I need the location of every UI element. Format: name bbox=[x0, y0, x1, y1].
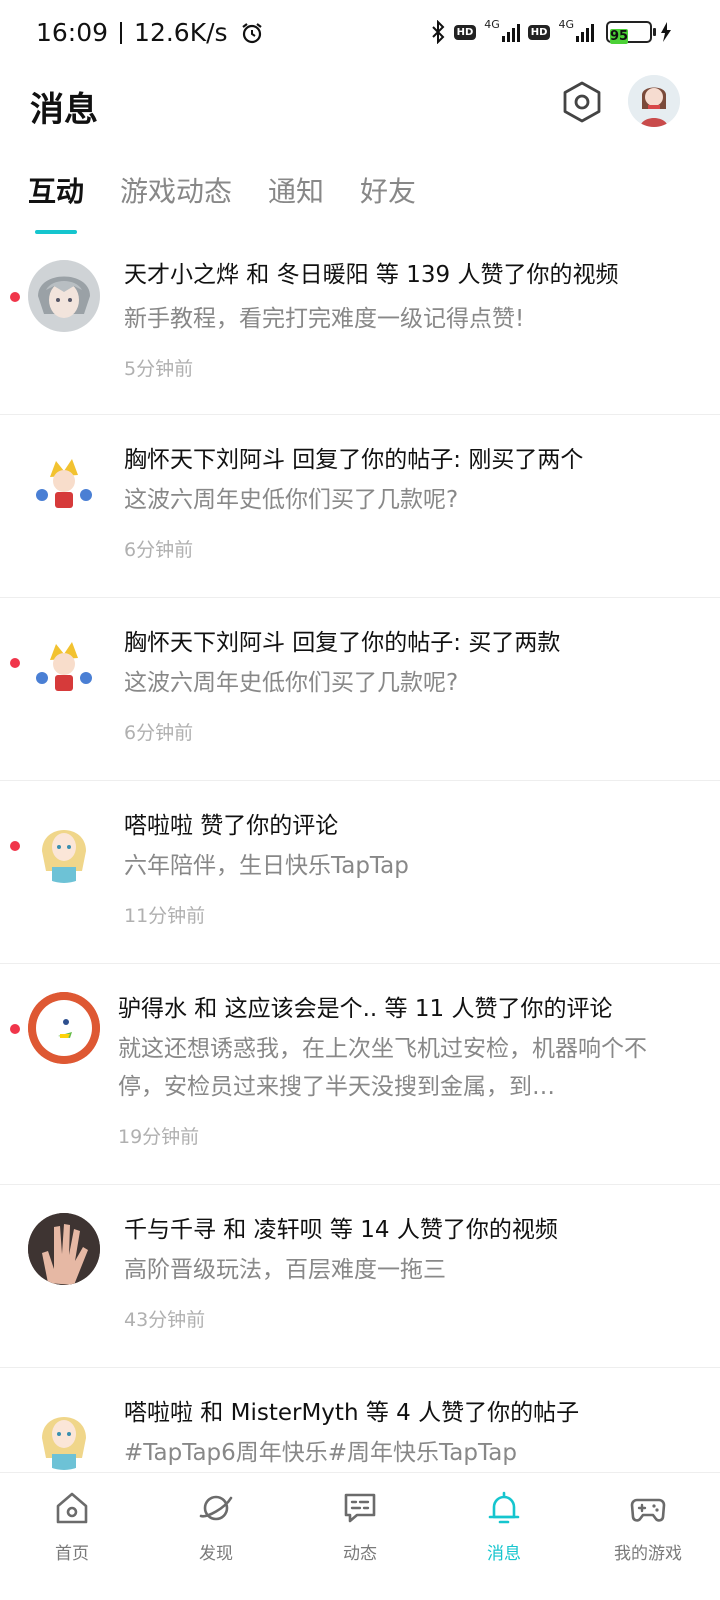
list-item[interactable]: 天才小之烨 和 冬日暖阳 等 139 人赞了你的视频 新手教程，看完打完难度一级… bbox=[0, 248, 720, 415]
list-item[interactable]: 千与千寻 和 凌轩呗 等 14 人赞了你的视频 高阶晋级玩法，百层难度一拖三 4… bbox=[0, 1185, 720, 1368]
hd-icon-2: HD bbox=[527, 24, 551, 40]
status-right: HD 4G HD 4G 95 bbox=[430, 17, 672, 44]
status-time: 16:09 bbox=[36, 18, 109, 47]
nav-label: 首页 bbox=[55, 1544, 89, 1564]
message-time: 5分钟前 bbox=[124, 358, 194, 380]
network-type-2: 4G bbox=[558, 17, 574, 31]
message-title: 胸怀天下刘阿斗 回复了你的帖子: 买了两款 bbox=[124, 630, 561, 656]
profile-avatar[interactable] bbox=[628, 75, 680, 127]
bottom-nav: 首页 发现 动态 消息 我的游戏 bbox=[0, 1472, 720, 1600]
tab-interaction[interactable]: 互动 bbox=[28, 170, 84, 228]
bluetooth-icon bbox=[431, 20, 445, 44]
profile-avatar-image bbox=[628, 75, 680, 127]
page-title: 消息 bbox=[30, 90, 98, 130]
network-type-1: 4G bbox=[484, 17, 500, 31]
header: 消息 bbox=[0, 70, 720, 150]
list-item[interactable]: 胸怀天下刘阿斗 回复了你的帖子: 买了两款 这波六周年史低你们买了几款呢? 6分… bbox=[0, 598, 720, 781]
message-list: 天才小之烨 和 冬日暖阳 等 139 人赞了你的视频 新手教程，看完打完难度一级… bbox=[0, 248, 720, 1508]
planet-icon bbox=[199, 1495, 233, 1521]
gamepad-icon bbox=[630, 1498, 666, 1522]
status-bar: 16:09 12.6K/s HD 4G HD 4G 95 bbox=[0, 0, 720, 70]
status-left: 16:09 12.6K/s bbox=[36, 18, 264, 47]
battery-level: 95 bbox=[610, 29, 629, 44]
message-preview: 就这还想诱惑我，在上次坐飞机过安检，机器响个不停，安检员过来搜了半天没搜到金属，… bbox=[118, 1036, 647, 1100]
message-preview: 这波六周年史低你们买了几款呢? bbox=[124, 670, 459, 696]
nav-label: 动态 bbox=[343, 1544, 377, 1564]
message-time: 6分钟前 bbox=[124, 722, 194, 744]
alarm-icon bbox=[241, 22, 262, 43]
tab-notifications[interactable]: 通知 bbox=[268, 170, 324, 228]
tab-friends[interactable]: 好友 bbox=[360, 170, 416, 228]
network-speed: 12.6K/s bbox=[134, 18, 228, 47]
message-preview: 高阶晋级玩法，百层难度一拖三 bbox=[124, 1257, 446, 1283]
nav-label: 消息 bbox=[487, 1544, 521, 1564]
message-time: 43分钟前 bbox=[124, 1309, 206, 1331]
message-preview: 六年陪伴，生日快乐TapTap bbox=[124, 853, 409, 879]
message-title: 千与千寻 和 凌轩呗 等 14 人赞了你的视频 bbox=[124, 1217, 558, 1243]
battery-icon: 95 bbox=[606, 21, 656, 44]
bell-icon bbox=[488, 1491, 520, 1524]
nav-label: 发现 bbox=[199, 1544, 233, 1564]
message-preview: #TapTap6周年快乐#周年快乐TapTap bbox=[124, 1440, 517, 1466]
message-title: 嗒啦啦 赞了你的评论 bbox=[124, 813, 339, 839]
tab-bar: 互动 游戏动态 通知 好友 bbox=[28, 170, 416, 228]
signal-icon bbox=[501, 22, 520, 42]
message-preview: 新手教程，看完打完难度一级记得点赞! bbox=[124, 306, 525, 332]
message-time: 19分钟前 bbox=[118, 1126, 200, 1148]
list-item[interactable]: 驴得水 和 这应该会是个.. 等 11 人赞了你的评论 就这还想诱惑我，在上次坐… bbox=[0, 964, 720, 1185]
home-icon bbox=[56, 1492, 88, 1524]
settings-hexagon-icon[interactable] bbox=[560, 80, 604, 124]
message-time: 11分钟前 bbox=[124, 905, 206, 927]
nav-label: 我的游戏 bbox=[614, 1544, 682, 1564]
list-item[interactable]: 嗒啦啦 赞了你的评论 六年陪伴，生日快乐TapTap 11分钟前 bbox=[0, 781, 720, 964]
message-title: 胸怀天下刘阿斗 回复了你的帖子: 刚买了两个 bbox=[124, 447, 584, 473]
nav-discover[interactable]: 发现 bbox=[144, 1473, 288, 1600]
nav-home[interactable]: 首页 bbox=[0, 1473, 144, 1600]
message-title: 天才小之烨 和 冬日暖阳 等 139 人赞了你的视频 bbox=[124, 262, 619, 288]
tab-game-updates[interactable]: 游戏动态 bbox=[120, 170, 232, 228]
nav-feed[interactable]: 动态 bbox=[288, 1473, 432, 1600]
signal-icon-2 bbox=[576, 22, 594, 42]
charging-icon bbox=[661, 22, 671, 42]
message-preview: 这波六周年史低你们买了几款呢? bbox=[124, 487, 459, 513]
list-item[interactable]: 胸怀天下刘阿斗 回复了你的帖子: 刚买了两个 这波六周年史低你们买了几款呢? 6… bbox=[0, 415, 720, 598]
status-separator bbox=[120, 21, 123, 44]
nav-my-games[interactable]: 我的游戏 bbox=[576, 1473, 720, 1600]
hd-icon: HD bbox=[453, 24, 477, 40]
chat-icon bbox=[344, 1493, 376, 1523]
message-time: 6分钟前 bbox=[124, 539, 194, 561]
nav-messages[interactable]: 消息 bbox=[432, 1473, 576, 1600]
message-title: 驴得水 和 这应该会是个.. 等 11 人赞了你的评论 bbox=[118, 996, 613, 1022]
message-title: 嗒啦啦 和 MisterMyth 等 4 人赞了你的帖子 bbox=[124, 1400, 580, 1426]
